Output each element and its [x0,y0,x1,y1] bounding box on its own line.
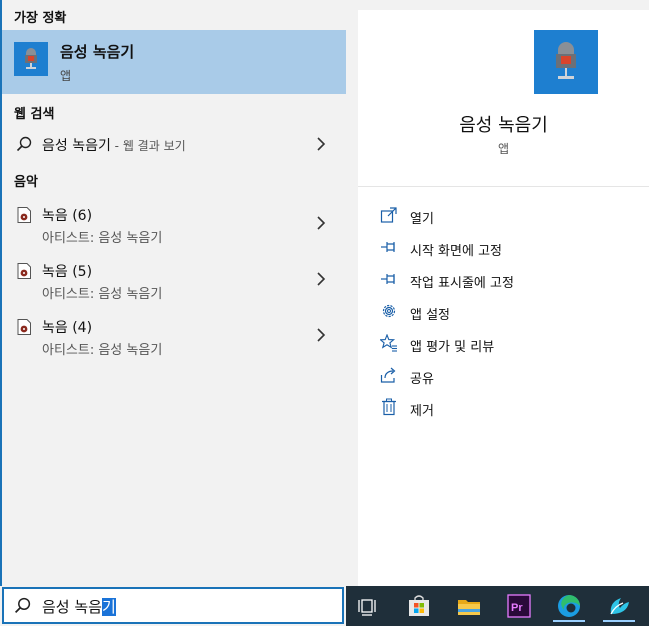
web-search-suffix: - 웹 결과 보기 [110,139,186,153]
web-search-header: 웹 검색 [14,107,55,122]
action-label: 작업 표시줄에 고정 [410,276,514,291]
action-rate-review[interactable]: 앱 평가 및 리뷰 [380,332,640,356]
app-name: 음성 녹음기 [459,115,548,136]
edge-icon[interactable] [553,590,585,622]
task-view-icon[interactable] [353,590,385,622]
chevron-right-icon [317,137,326,151]
music-item-artist: 아티스트: 음성 녹음기 [42,343,163,358]
music-item-title: 녹음 (5) [42,264,93,280]
audio-file-icon [17,207,31,223]
store-icon[interactable] [403,590,435,622]
action-pin-start[interactable]: 시작 화면에 고정 [380,236,640,260]
search-input[interactable]: 음성 녹음기 [42,596,116,617]
premiere-icon[interactable]: Pr [503,590,535,622]
action-label: 앱 설정 [410,308,451,323]
action-label: 제거 [410,404,434,419]
voice-recorder-large-icon [534,30,598,94]
action-share[interactable]: 공유 [380,364,640,388]
app-icon[interactable] [603,590,635,622]
gear-icon [382,304,396,318]
svg-text:Pr: Pr [511,602,523,614]
web-search-result[interactable]: 음성 녹음기 - 웹 결과 보기 [2,128,346,160]
divider [358,186,649,187]
search-icon [14,597,31,614]
music-header: 음악 [14,175,38,190]
audio-file-icon [17,319,31,335]
audio-file-icon [17,263,31,279]
star-icon [380,334,397,352]
action-open[interactable]: 열기 [380,204,640,228]
open-icon [380,207,397,223]
chevron-right-icon [317,328,326,342]
web-search-query: 음성 녹음기 [42,138,111,154]
action-app-settings[interactable]: 앱 설정 [380,300,640,324]
music-item-title: 녹음 (6) [42,208,93,224]
voice-recorder-app-icon [14,42,48,76]
app-type: 앱 [497,142,510,156]
chevron-right-icon [317,272,326,286]
pin-icon [381,242,395,252]
search-selected-text: 기 [101,598,116,616]
music-item-artist: 아티스트: 음성 녹음기 [42,287,163,302]
action-label: 공유 [410,372,434,387]
results-panel: 가장 정확 음성 녹음기 앱 웹 검색 음성 녹음기 - 웹 결과 보기 음악 [0,0,346,586]
music-item[interactable]: 녹음 (6) 아티스트: 음성 녹음기 [2,200,346,252]
best-match-item[interactable]: 음성 녹음기 앱 [2,30,346,94]
action-label: 열기 [410,212,434,227]
share-icon [380,367,396,383]
music-item[interactable]: 녹음 (5) 아티스트: 음성 녹음기 [2,256,346,308]
taskbar: Pr [346,586,649,626]
details-panel: 음성 녹음기 앱 열기 시작 화면에 고정 작업 표시줄에 고정 앱 설정 앱 … [358,10,649,586]
pin-icon [381,274,395,284]
action-pin-taskbar[interactable]: 작업 표시줄에 고정 [380,268,640,292]
chevron-right-icon [317,216,326,230]
search-icon [16,136,32,152]
action-label: 시작 화면에 고정 [410,244,502,259]
music-item[interactable]: 녹음 (4) 아티스트: 음성 녹음기 [2,312,346,364]
action-uninstall[interactable]: 제거 [380,396,640,420]
best-match-header: 가장 정확 [14,11,67,26]
search-typed-text: 음성 녹음 [42,598,102,616]
music-item-title: 녹음 (4) [42,320,93,336]
action-label: 앱 평가 및 리뷰 [410,340,495,355]
best-match-title: 음성 녹음기 [60,43,135,61]
file-explorer-icon[interactable] [453,590,485,622]
music-item-artist: 아티스트: 음성 녹음기 [42,231,163,246]
trash-icon [382,398,396,416]
search-box[interactable]: 음성 녹음기 [2,587,344,624]
web-search-label: 음성 녹음기 - 웹 결과 보기 [42,135,186,155]
best-match-subtitle: 앱 [60,69,72,83]
